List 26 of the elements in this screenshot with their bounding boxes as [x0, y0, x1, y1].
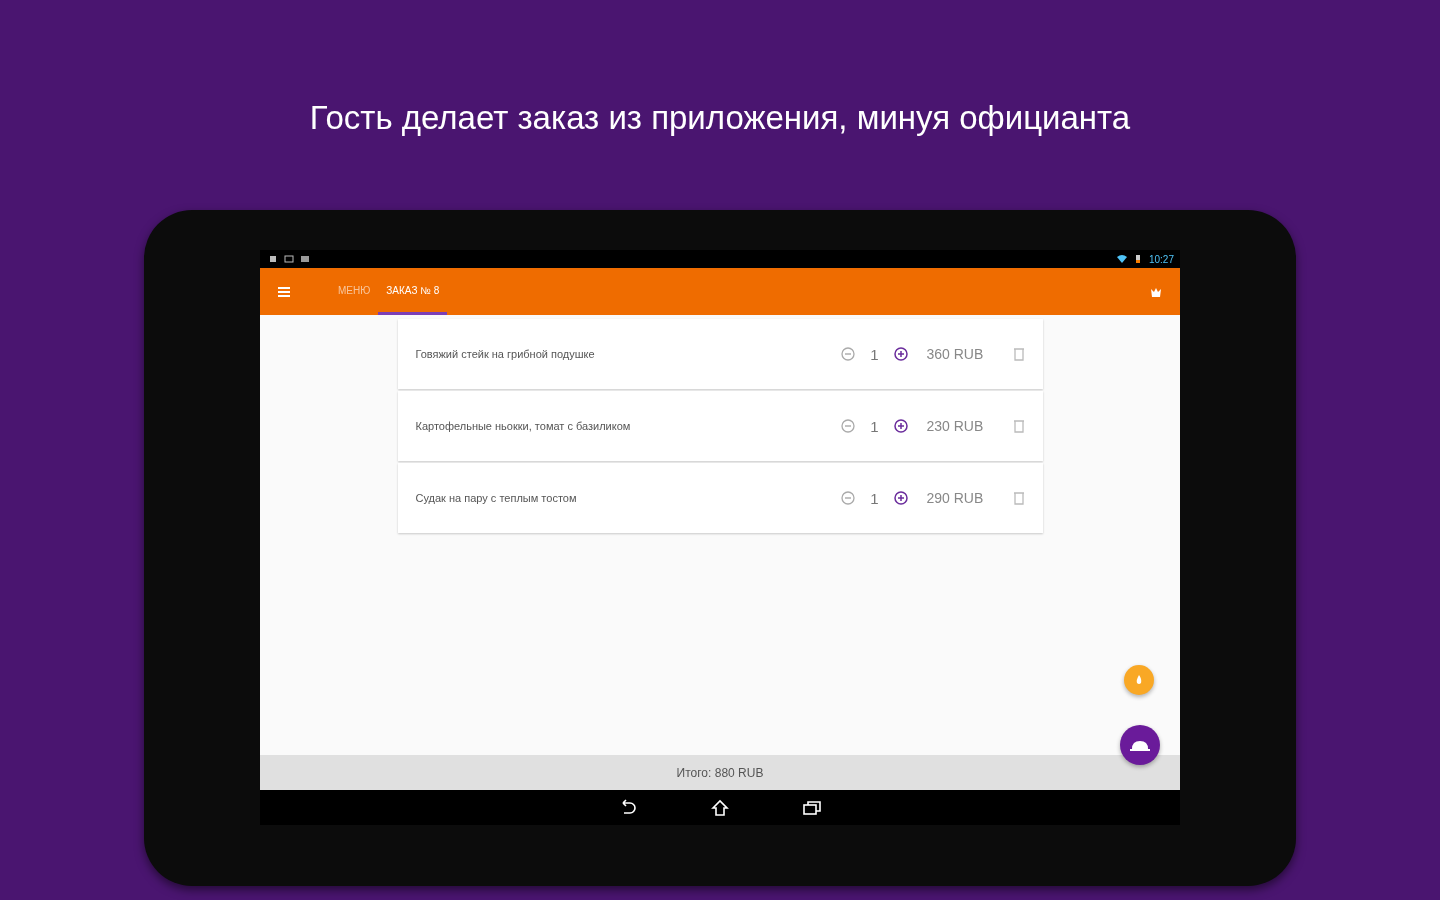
- plus-icon[interactable]: [892, 418, 909, 434]
- price: 230 RUB: [926, 418, 985, 434]
- wifi-icon: [1116, 254, 1127, 264]
- total-text: Итого: 880 RUB: [676, 765, 764, 780]
- dish-name: Картофельные ньокки, томат с базиликом: [415, 420, 632, 432]
- quantity: 1: [870, 345, 879, 363]
- headline: Гость делает заказ из приложения, минуя официанта: [309, 98, 1131, 138]
- menu-icon[interactable]: [278, 286, 290, 297]
- price: 360 RUB: [926, 346, 985, 362]
- tab[interactable]: ЗАКАЗ № 8: [378, 268, 448, 315]
- minus-icon[interactable]: [840, 490, 857, 506]
- dish-name: Судак на пару с теплым тостом: [415, 492, 578, 504]
- status-time: 10:27: [1148, 253, 1174, 265]
- dish-name: Говяжий стейк на грибной подушке: [415, 348, 596, 360]
- fire-button[interactable]: [1124, 665, 1154, 695]
- plus-icon[interactable]: [892, 346, 909, 362]
- plus-icon[interactable]: [892, 490, 909, 506]
- bell-icon: [1130, 738, 1150, 752]
- price: 290 RUB: [926, 490, 985, 506]
- quantity: 1: [870, 489, 879, 507]
- minus-icon[interactable]: [840, 346, 857, 362]
- home-icon[interactable]: [710, 797, 730, 818]
- tab[interactable]: МЕНЮ: [330, 268, 379, 315]
- minus-icon[interactable]: [840, 418, 857, 434]
- service-bell-button[interactable]: [1120, 725, 1160, 765]
- quantity: 1: [870, 417, 879, 435]
